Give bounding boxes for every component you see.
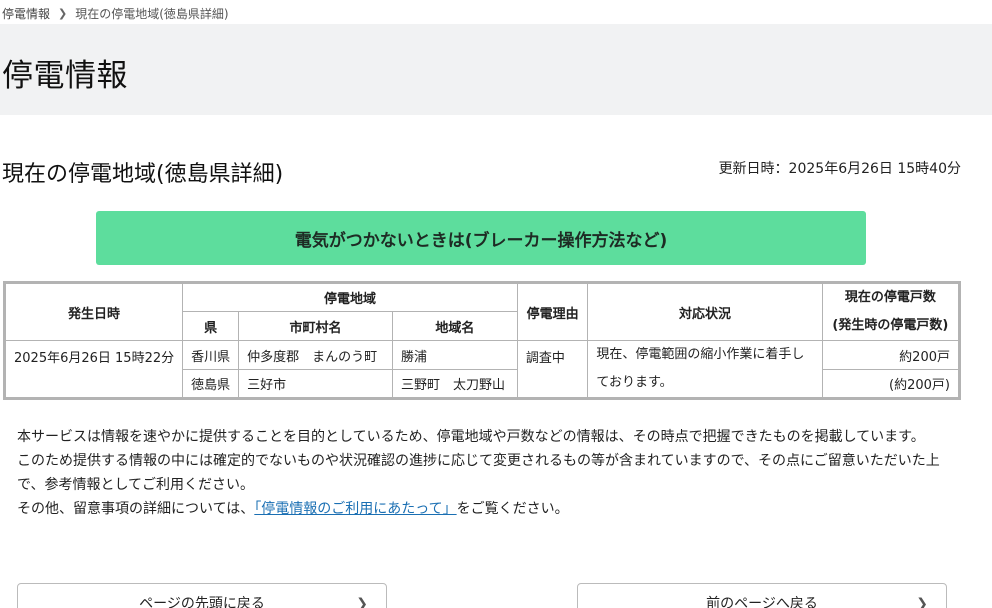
cell-status: 現在、停電範囲の縮小作業に着手しております。 [587, 340, 823, 399]
cell-current-households: 約200戸 [821, 340, 961, 370]
cell-initial-households: (約200戸) [821, 369, 961, 399]
header-prefecture: 県 [182, 311, 240, 341]
outage-table: 発生日時 停電地域 停電理由 対応状況 現在の停電戸数 (発生時の停電戸数) 県… [3, 281, 961, 400]
cell-municipality: 三好市 [238, 369, 393, 399]
breaker-help-button[interactable]: 電気がつかないときは(ブレーカー操作方法など) [96, 211, 866, 265]
chevron-right-icon: ❯ [356, 596, 368, 608]
header-municipality: 市町村名 [238, 311, 393, 341]
header-occurred: 発生日時 [3, 282, 184, 341]
section-title: 現在の停電地域(徳島県詳細) [2, 162, 284, 187]
breadcrumb-home-link[interactable]: 停電情報 [2, 5, 50, 22]
usage-notes-link[interactable]: 「停電情報のご利用にあたって」 [254, 501, 456, 517]
notice-line-3: その他、留意事項の詳細については、「停電情報のご利用にあたって」をご覧ください。 [17, 497, 957, 521]
notice-text: 本サービスは情報を速やかに提供することを目的としているため、停電地域や戸数などの… [17, 425, 957, 521]
previous-page-label: 前のページへ戻る [706, 596, 818, 608]
back-to-top-button[interactable]: ページの先頭に戻る ❯ [17, 583, 387, 608]
cell-prefecture: 香川県 [182, 340, 240, 370]
cell-occurred: 2025年6月26日 15時22分 [3, 340, 184, 399]
header-reason: 停電理由 [516, 282, 589, 341]
page-title: 停電情報 [2, 58, 128, 94]
cell-district: 勝浦 [391, 340, 518, 370]
header-area: 停電地域 [182, 282, 518, 312]
cell-municipality: 仲多度郡 まんのう町 [238, 340, 393, 370]
cell-reason: 調査中 [516, 340, 589, 399]
notice-line-3-suffix: をご覧ください。 [456, 501, 569, 517]
table-row: 2025年6月26日 15時22分 香川県 仲多度郡 まんのう町 勝浦 調査中 … [3, 340, 961, 399]
table-header-row: 発生日時 停電地域 停電理由 対応状況 現在の停電戸数 (発生時の停電戸数) [3, 282, 961, 341]
cell-district: 三野町 太刀野山 [391, 369, 518, 399]
notice-line-1: 本サービスは情報を速やかに提供することを目的としているため、停電地域や戸数などの… [17, 429, 925, 445]
header-status: 対応状況 [587, 282, 823, 341]
back-to-top-label: ページの先頭に戻る [139, 596, 265, 608]
chevron-right-icon: ❯ [58, 6, 68, 20]
header-households: 現在の停電戸数 (発生時の停電戸数) [821, 282, 961, 341]
header-households-current: 現在の停電戸数 [844, 290, 936, 305]
header-households-initial: (発生時の停電戸数) [832, 318, 949, 333]
cell-prefecture: 徳島県 [182, 369, 240, 399]
chevron-right-icon: ❯ [916, 596, 928, 608]
page-header: 停電情報 [0, 24, 992, 115]
notice-line-3-prefix: その他、留意事項の詳細については、 [17, 501, 255, 517]
breadcrumb: 停電情報 ❯ 現在の停電地域(徳島県詳細) [2, 4, 229, 22]
breadcrumb-current: 現在の停電地域(徳島県詳細) [75, 6, 229, 21]
header-district: 地域名 [391, 311, 518, 341]
previous-page-button[interactable]: 前のページへ戻る ❯ [577, 583, 947, 608]
notice-line-2: このため提供する情報の中には確定的でないものや状況確認の進捗に応じて変更されるも… [17, 453, 940, 493]
updated-timestamp: 更新日時：2025年6月26日 15時40分 [718, 161, 961, 177]
